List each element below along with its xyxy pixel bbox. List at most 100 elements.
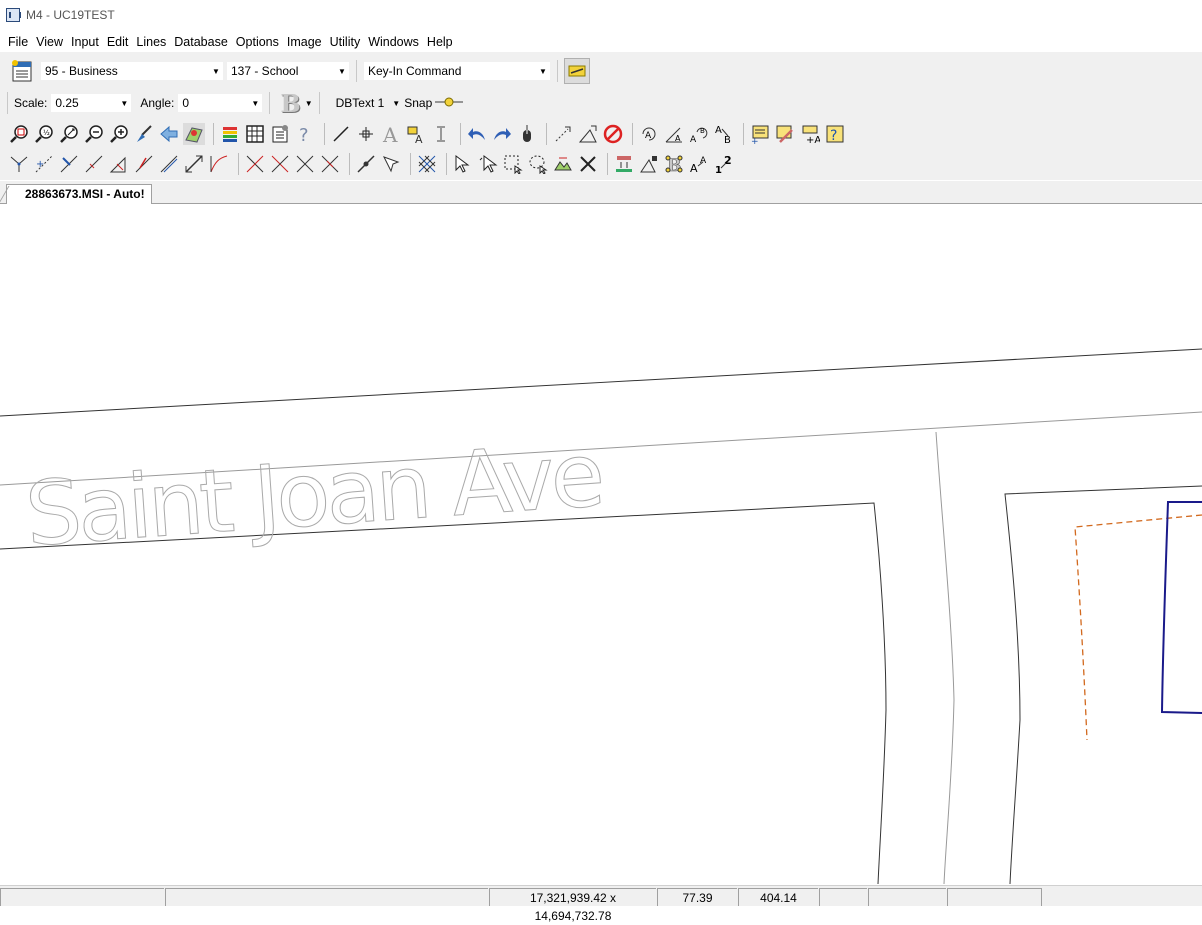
swap-text-icon[interactable]: AB xyxy=(713,123,735,145)
snap-slider[interactable] xyxy=(434,96,464,111)
snap-settings-icon[interactable] xyxy=(564,58,590,84)
zoom-out-icon[interactable] xyxy=(83,123,105,145)
cross-trim-icon[interactable] xyxy=(269,153,291,175)
triangle-delete-icon[interactable] xyxy=(108,153,130,175)
select-multi-icon[interactable] xyxy=(477,153,499,175)
text-tool-icon[interactable]: A xyxy=(380,123,402,145)
cut-line-icon[interactable] xyxy=(133,153,155,175)
zoom-half-icon[interactable]: ½ xyxy=(33,123,55,145)
toolbar-separator xyxy=(410,153,411,175)
street-label: Saint Joan Ave xyxy=(22,423,608,566)
fillet-icon[interactable] xyxy=(208,153,230,175)
status-value-1: 77.39 xyxy=(657,888,737,906)
chevron-down-icon: ▼ xyxy=(212,66,220,76)
superscript-text-icon[interactable]: AA xyxy=(688,153,710,175)
add-text-note-icon[interactable]: +A xyxy=(799,123,821,145)
toolbar-row-layers: 95 - Business ▼ 137 - School ▼ Key-In Co… xyxy=(0,56,593,86)
hatch-icon[interactable] xyxy=(416,153,438,175)
menu-edit[interactable]: Edit xyxy=(103,35,133,49)
menu-input[interactable]: Input xyxy=(67,35,103,49)
svg-text:+: + xyxy=(36,159,44,170)
menu-image[interactable]: Image xyxy=(283,35,326,49)
fork-line-icon[interactable] xyxy=(8,153,30,175)
menu-file[interactable]: File xyxy=(0,35,32,49)
query-help-icon[interactable]: ? xyxy=(824,123,846,145)
rotate-text-icon[interactable]: A xyxy=(638,123,660,145)
extend-line-icon[interactable] xyxy=(552,123,574,145)
select-mountain-icon[interactable] xyxy=(552,153,574,175)
map-canvas[interactable]: Saint Joan Ave xyxy=(0,204,1202,884)
text-style-select[interactable]: DBText 1 xyxy=(336,96,385,110)
cross-extend-icon[interactable] xyxy=(294,153,316,175)
redraw-brush-icon[interactable] xyxy=(133,123,155,145)
svg-text:A: A xyxy=(415,133,423,144)
map-locate-icon[interactable] xyxy=(183,123,205,145)
cross-intersect-icon[interactable] xyxy=(244,153,266,175)
svg-text:A: A xyxy=(675,134,681,143)
properties-icon[interactable] xyxy=(269,123,291,145)
insert-symbol-icon[interactable] xyxy=(613,153,635,175)
select-box-icon[interactable] xyxy=(502,153,524,175)
parallel-line-icon[interactable] xyxy=(158,153,180,175)
text-rotate-about-icon[interactable]: AB xyxy=(688,123,710,145)
move-vertex-icon[interactable] xyxy=(58,153,80,175)
side-street-centerline xyxy=(935,431,955,884)
svg-text:½: ½ xyxy=(43,129,50,137)
bold-style-icon[interactable]: B xyxy=(663,153,685,175)
pointer-shape-icon[interactable] xyxy=(380,153,402,175)
layer-properties-icon[interactable] xyxy=(9,58,35,84)
undo-icon[interactable] xyxy=(466,123,488,145)
select-arrow-icon[interactable] xyxy=(452,153,474,175)
crosshair-point-icon[interactable] xyxy=(355,123,377,145)
text-angle-icon[interactable]: A xyxy=(663,123,685,145)
stretch-line-icon[interactable] xyxy=(183,153,205,175)
redo-icon[interactable] xyxy=(491,123,513,145)
mouse-icon[interactable] xyxy=(516,123,538,145)
status-panel-6 xyxy=(819,888,867,906)
command-select[interactable]: Key-In Command ▼ xyxy=(363,61,551,81)
menu-options[interactable]: Options xyxy=(232,35,283,49)
menu-view[interactable]: View xyxy=(32,35,67,49)
menu-help[interactable]: Help xyxy=(423,35,457,49)
text-height-icon[interactable] xyxy=(430,123,452,145)
status-panel-8 xyxy=(947,888,1042,906)
menu-windows[interactable]: Windows xyxy=(364,35,423,49)
menu-utility[interactable]: Utility xyxy=(326,35,365,49)
add-note-icon[interactable]: + xyxy=(749,123,771,145)
help-question-icon[interactable]: ? xyxy=(294,123,316,145)
text-label-icon[interactable]: A xyxy=(405,123,427,145)
zoom-pan-icon[interactable] xyxy=(58,123,80,145)
toolbar-separator xyxy=(238,153,239,175)
grid-table-icon[interactable] xyxy=(244,123,266,145)
deselect-icon[interactable] xyxy=(577,153,599,175)
delete-vertex-icon[interactable] xyxy=(83,153,105,175)
bold-button[interactable]: B xyxy=(280,89,300,118)
angle-select[interactable]: 0 ▼ xyxy=(177,93,264,113)
layer-select-value: 95 - Business xyxy=(45,64,118,78)
rotate-symbol-icon[interactable] xyxy=(638,153,660,175)
draw-line-icon[interactable] xyxy=(330,123,352,145)
document-tab[interactable]: 28863673.MSI - Auto! xyxy=(6,184,152,205)
zoom-area-icon[interactable] xyxy=(8,123,30,145)
select-lasso-icon[interactable] xyxy=(527,153,549,175)
layers-icon[interactable] xyxy=(219,123,241,145)
previous-view-icon[interactable] xyxy=(158,123,180,145)
chevron-down-icon[interactable]: ▼ xyxy=(305,99,313,108)
scale-select[interactable]: 0.25 ▼ xyxy=(50,93,133,113)
menu-lines[interactable]: Lines xyxy=(132,35,170,49)
toolbar-separator xyxy=(318,92,320,114)
pin-point-icon[interactable] xyxy=(355,153,377,175)
toolbar-row-view: ½ ? A A A A AB AB + +A ? xyxy=(8,120,849,148)
symbol-select[interactable]: 137 - School ▼ xyxy=(226,61,350,81)
angle-line-icon[interactable] xyxy=(577,123,599,145)
edit-note-icon[interactable] xyxy=(774,123,796,145)
toolbar-separator xyxy=(460,123,461,145)
layer-select[interactable]: 95 - Business ▼ xyxy=(40,61,224,81)
add-vertex-icon[interactable]: + xyxy=(33,153,55,175)
chevron-down-icon[interactable]: ▼ xyxy=(392,99,400,108)
zoom-in-icon[interactable] xyxy=(108,123,130,145)
menu-database[interactable]: Database xyxy=(170,35,232,49)
superscript-number-icon[interactable]: 12 xyxy=(713,153,735,175)
cross-break-icon[interactable] xyxy=(319,153,341,175)
delete-icon[interactable] xyxy=(602,123,624,145)
